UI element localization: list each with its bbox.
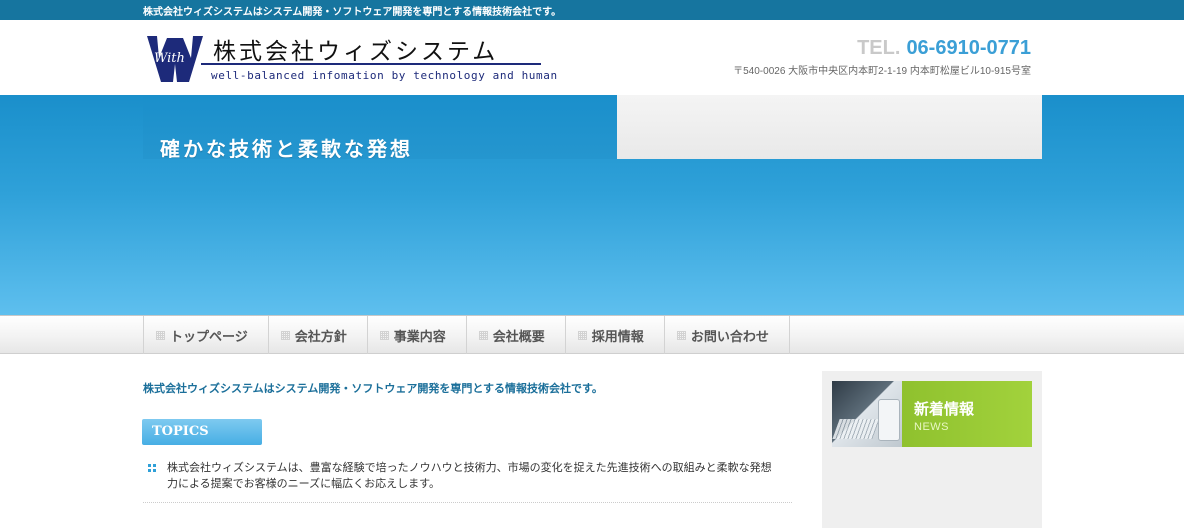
nav-bullet-icon (478, 330, 488, 340)
main-navigation: トップページ 会社方針 事業内容 会社概要 採用情報 お問い合わせ (0, 315, 1184, 354)
nav-item-label: お問い合わせ (690, 329, 769, 345)
nav-item-top-page[interactable]: トップページ (144, 316, 269, 354)
top-bar-text: 株式会社ウィズシステムはシステム開発・ソフトウェア開発を専門とする情報技術会社で… (143, 7, 562, 18)
nav-item-label: 会社概要 (492, 329, 545, 345)
nav-item-contact[interactable]: お問い合わせ (665, 316, 790, 354)
site-header: With 株式会社ウィズシステム well-balanced infomatio… (0, 20, 1184, 95)
tel-number: 06-6910-0771 (906, 37, 1031, 59)
nav-item-recruit[interactable]: 採用情報 (566, 316, 665, 354)
news-title: 新着情報 (914, 400, 975, 418)
nav-item-business[interactable]: 事業内容 (368, 316, 467, 354)
company-logo[interactable]: With (145, 32, 205, 84)
company-name: 株式会社ウィズシステム (213, 39, 499, 65)
keyboard-icon (832, 419, 880, 439)
keyboard-phone-photo (832, 381, 902, 447)
hero-image-panel (617, 95, 1042, 159)
nav-bullet-icon (676, 330, 686, 340)
hero-title: 確かな技術と柔軟な発想 (160, 137, 413, 158)
tagline: well-balanced infomation by technology a… (211, 69, 558, 82)
news-banner[interactable]: 新着情報 NEWS (832, 381, 1032, 447)
logo-text: With (154, 51, 185, 66)
nav-bullet-icon (379, 330, 389, 340)
topics-heading: TOPICS (142, 419, 262, 445)
nav-bullet-icon (280, 330, 290, 340)
nav-bullet-icon (577, 330, 587, 340)
nav-item-label: トップページ (170, 329, 248, 345)
hero-banner: 確かな技術と柔軟な発想 (0, 95, 1184, 315)
topic-text: 株式会社ウィズシステムは、豊富な経験で培ったノウハウと技術力、市場の変化を捉えた… (167, 461, 772, 490)
nav-item-label: 事業内容 (393, 329, 446, 345)
top-bar: 株式会社ウィズシステムはシステム開発・ソフトウェア開発を専門とする情報技術会社で… (0, 0, 1184, 20)
logo-underline (201, 63, 541, 65)
nav-bullet-icon (156, 330, 165, 340)
tel-label: TEL. (857, 37, 901, 59)
sidebar: 新着情報 NEWS (822, 371, 1042, 528)
list-item: 株式会社ウィズシステムは、豊富な経験で培ったノウハウと技術力、市場の変化を捉えた… (143, 460, 792, 503)
phone-number: TEL. 06-6910-0771 (857, 37, 1031, 60)
phone-icon (878, 399, 900, 441)
nav-item-label: 採用情報 (591, 329, 644, 345)
address: 〒540-0026 大阪市中央区内本町2-1-19 内本町松屋ビル10-915号… (733, 66, 1031, 77)
nav-list: トップページ 会社方針 事業内容 会社概要 採用情報 お問い合わせ (143, 316, 790, 354)
bullet-icon (148, 464, 156, 472)
nav-item-label: 会社方針 (294, 329, 347, 345)
news-subtitle: NEWS (914, 421, 949, 433)
nav-item-company-policy[interactable]: 会社方針 (269, 316, 368, 354)
intro-text: 株式会社ウィズシステムはシステム開発・ソフトウェア開発を専門とする情報技術会社で… (143, 382, 603, 395)
nav-item-company-profile[interactable]: 会社概要 (467, 316, 566, 354)
